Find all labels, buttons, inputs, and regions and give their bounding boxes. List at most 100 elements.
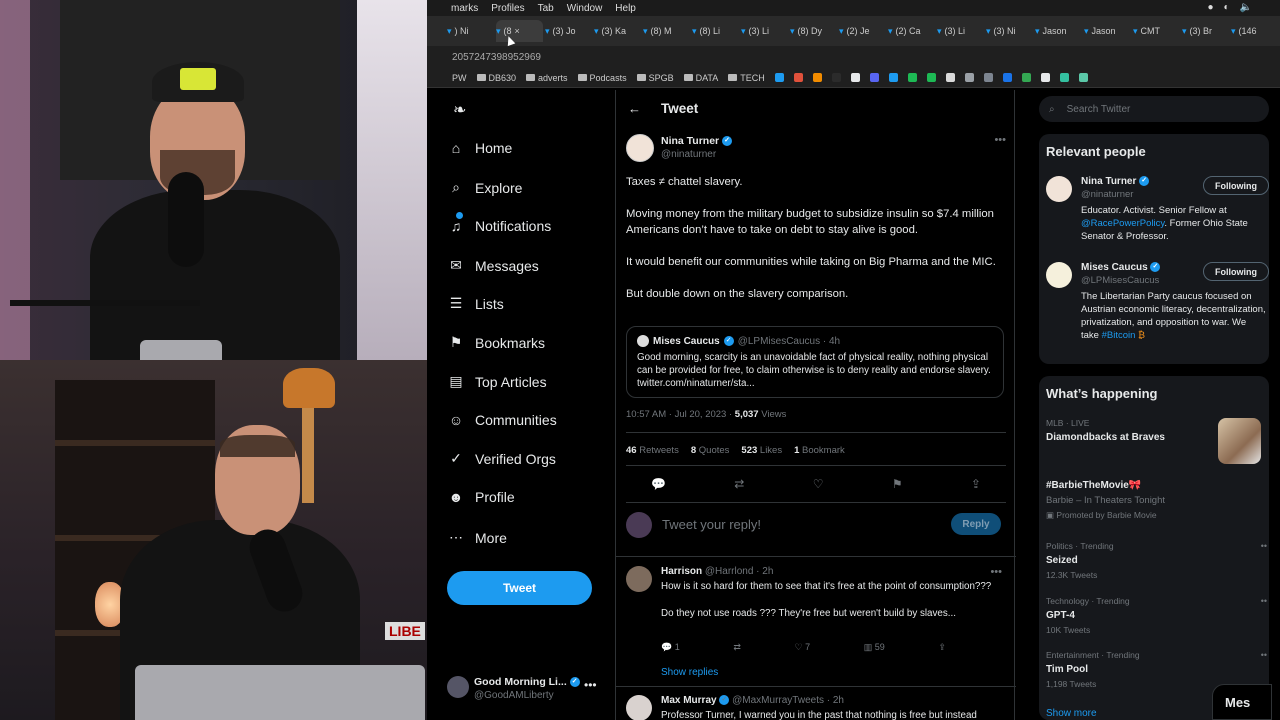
bookmark-favicon-icon[interactable] [983,73,993,82]
browser-tab[interactable]: ▾ (8 × [496,20,543,42]
person-name[interactable]: Mises Caucus ✓ [1081,262,1161,273]
stat-likes[interactable]: 523 Likes [741,445,782,456]
bookmark-favicon-icon[interactable] [964,73,974,82]
browser-tab[interactable]: ▾ (3) Br [1182,20,1229,42]
nav-item-more[interactable]: ⋯ More [447,529,507,546]
nav-item-explore[interactable]: ⌕ Explore [447,179,522,196]
reply-icon[interactable]: 💬 1 [661,642,680,653]
search-input[interactable]: Search Twitter [1067,104,1131,115]
twitter-logo-icon[interactable]: ❧ [453,100,466,120]
like-icon[interactable]: ♡ [813,477,824,491]
nav-item-top-articles[interactable]: ▤ Top Articles [447,373,546,390]
person-name[interactable]: Nina Turner ✓ [1081,176,1150,187]
menu-item[interactable]: Profiles [491,3,524,14]
bookmark-favicon-icon[interactable] [907,73,917,82]
person-handle[interactable]: @LPMisesCaucus [1081,275,1159,286]
retweet-icon[interactable]: ⇄ [733,642,741,653]
menu-item[interactable]: marks [451,3,478,14]
trend-item[interactable]: Politics · Trending Seized 12.3K Tweets … [1046,541,1267,581]
bookmark-favicon-icon[interactable] [774,73,784,82]
bookmark-item[interactable]: PW [452,73,467,83]
bookmark-item[interactable]: SPGB [636,73,674,83]
nav-item-notifications[interactable]: ♫ Notifications [447,212,551,234]
browser-tab[interactable]: ▾) Ni [447,20,494,42]
bookmark-favicon-icon[interactable] [1059,73,1069,82]
back-arrow-icon[interactable]: ← [628,101,641,116]
avatar[interactable] [1046,176,1072,202]
browser-tab[interactable]: ▾ CMT [1133,20,1180,42]
menu-item[interactable]: Tab [538,3,554,14]
browser-tab[interactable]: ▾ (8) Dy [790,20,837,42]
browser-tab[interactable]: ▾ (2) Je [839,20,886,42]
more-dots-icon[interactable]: ••• [584,678,597,692]
browser-tab[interactable]: ▾ (3) Li [741,20,788,42]
bookmark-favicon-icon[interactable] [888,73,898,82]
author-name[interactable]: Nina Turner ✓ [661,135,733,147]
bookmark-item[interactable]: adverts [526,73,568,83]
browser-tab[interactable]: ▾ (3) Ni [986,20,1033,42]
avatar[interactable] [1046,262,1072,288]
bookmark-favicon-icon[interactable] [831,73,841,82]
author-handle[interactable]: @ninaturner [661,149,716,160]
more-dots-icon[interactable]: ••• [994,134,1006,146]
stat-retweets[interactable]: 46 Retweets [626,445,679,456]
browser-tab[interactable]: ▾ (3) Ka [594,20,641,42]
nav-item-lists[interactable]: ☰ Lists [447,295,504,312]
relevant-person[interactable]: Nina Turner ✓ @ninaturner Following Educ… [1046,176,1269,256]
menu-item[interactable]: Help [615,3,636,14]
relevant-person[interactable]: Mises Caucus ✓ @LPMisesCaucus Following … [1046,262,1269,357]
account-switcher[interactable]: Good Morning Li... ✓ @GoodAMLiberty ••• [447,676,617,710]
bookmark-favicon-icon[interactable] [1021,73,1031,82]
browser-tab[interactable]: ▾ (3) Jo [545,20,592,42]
bookmark-favicon-icon[interactable] [1040,73,1050,82]
like-icon[interactable]: ♡ 7 [795,642,811,653]
bookmark-item[interactable]: TECH [728,73,765,83]
views-icon[interactable]: ▥ 59 [864,642,885,653]
volume-icon[interactable]: 🔈 [1240,2,1252,13]
reply-author[interactable]: Harrison @Harrlond · 2h [661,566,773,577]
following-button[interactable]: Following [1203,176,1269,195]
trend-item[interactable]: MLB · LIVE Diamondbacks at Braves [1046,418,1261,468]
reply-tweet[interactable]: Max Murray ✓ @MaxMurrayTweets · 2h Profe… [626,695,1006,720]
bookmark-favicon-icon[interactable] [926,73,936,82]
stat-bookmarks[interactable]: 1 Bookmark [794,445,845,456]
person-handle[interactable]: @ninaturner [1081,189,1133,200]
search-box[interactable]: ⌕ Search Twitter [1039,96,1269,122]
browser-tab[interactable]: ▾ (146 [1231,20,1278,42]
bookmark-favicon-icon[interactable] [1002,73,1012,82]
show-replies-link[interactable]: Show replies [661,667,718,678]
tweet-time[interactable]: 10:57 AM · Jul 20, 2023 · [626,409,735,420]
reply-tweet[interactable]: Harrison @Harrlond · 2h ••• How is it so… [626,566,1006,666]
browser-tab[interactable]: ▾ (8) M [643,20,690,42]
browser-tab[interactable]: ▾ (2) Ca [888,20,935,42]
nav-item-messages[interactable]: ✉ Messages [447,257,539,274]
tweet-button[interactable]: Tweet [447,571,592,605]
bookmark-item[interactable]: DB630 [476,73,516,83]
bookmark-favicon-icon[interactable] [793,73,803,82]
bio-link[interactable]: #Bitcoin [1102,330,1136,341]
more-dots-icon[interactable]: •• [1261,596,1267,606]
nav-item-bookmarks[interactable]: ⚑ Bookmarks [447,334,545,351]
more-dots-icon[interactable]: ••• [990,566,1002,578]
bookmark-favicon-icon[interactable] [945,73,955,82]
show-more-link[interactable]: Show more [1046,708,1097,719]
status-dot-icon[interactable]: ● [1207,2,1213,13]
messages-drawer[interactable]: Mes [1212,684,1272,720]
browser-tab[interactable]: ▾ (8) Li [692,20,739,42]
tab-close-icon[interactable]: × [515,26,520,36]
menu-item[interactable]: Window [567,3,603,14]
avatar[interactable] [626,695,652,720]
bookmark-favicon-icon[interactable] [1078,73,1088,82]
more-dots-icon[interactable]: •• [1261,541,1267,551]
reply-input[interactable]: Tweet your reply! [662,517,761,532]
reply-button[interactable]: Reply [951,513,1001,535]
stat-quotes[interactable]: 8 Quotes [691,445,730,456]
trend-item[interactable]: #BarbieTheMovie🎀 Barbie – In Theaters To… [1046,480,1261,526]
retweet-icon[interactable]: ⇄ [734,477,744,491]
nav-item-home[interactable]: ⌂ Home [447,140,513,156]
bookmark-item[interactable]: DATA [683,73,718,83]
reply-author[interactable]: Max Murray ✓ @MaxMurrayTweets · 2h [661,695,844,706]
nav-item-profile[interactable]: ☻ Profile [447,489,515,505]
bookmark-item[interactable]: Podcasts [577,73,627,83]
browser-tab[interactable]: ▾ Jason [1035,20,1082,42]
